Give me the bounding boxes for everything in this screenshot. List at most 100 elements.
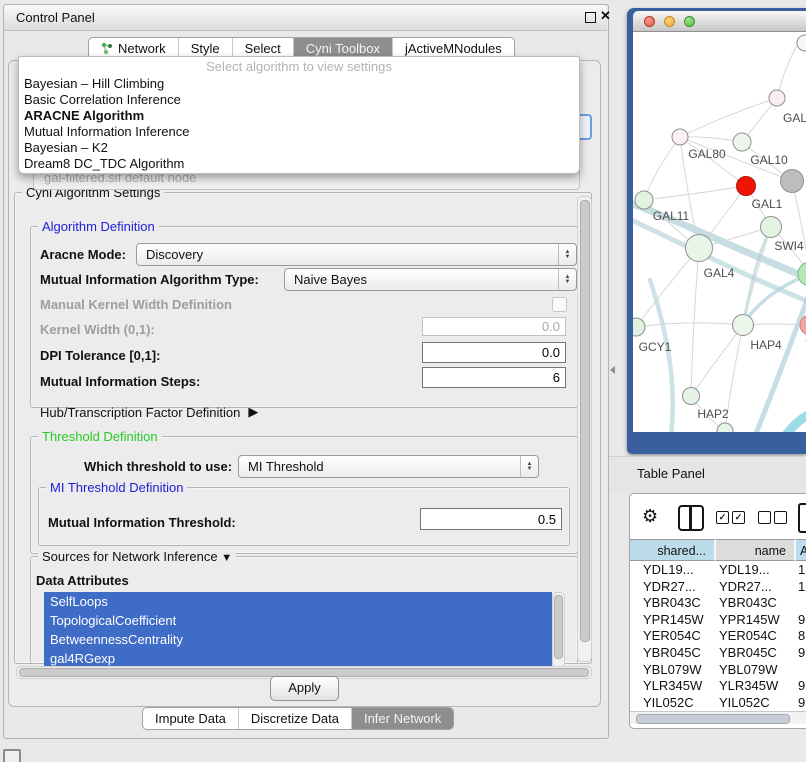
table-row[interactable]: YIL052CYIL052C9 [630,695,806,712]
scrollbar-thumb[interactable] [554,595,563,659]
stepper-icon[interactable]: ▲▼ [520,456,538,477]
table-cell[interactable]: YBR043C [630,595,729,612]
network-edge[interactable] [650,280,673,432]
algorithm-option[interactable]: ARACNE Algorithm [19,108,579,124]
column-header-shared-name[interactable]: shared... [630,539,716,561]
algorithm-option[interactable]: Bayesian – K2 [19,140,579,156]
table-cell[interactable]: YDR27... [716,579,799,596]
float-window-icon[interactable] [585,12,596,23]
table-row[interactable]: YBR043CYBR043C [630,595,806,612]
network-node-GAL4[interactable] [686,235,713,262]
table-row[interactable]: YLR345WYLR345W9. [630,678,806,695]
column-header-name[interactable]: name [716,539,796,561]
sources-group-title[interactable]: Sources for Network Inference ▼ [38,549,236,564]
network-edge[interactable] [777,39,801,98]
mi-steps-input[interactable] [422,367,566,388]
data-attribute-item[interactable]: BetweennessCentrality [44,630,552,649]
network-node-gray[interactable] [781,170,804,193]
network-node-top[interactable] [797,35,806,51]
network-node-GCY1[interactable] [633,318,645,336]
table-cell[interactable]: YBR045C [716,645,799,662]
aracne-mode-combobox[interactable]: Discovery ▲▼ [136,243,577,266]
select-all-icon[interactable]: ✓ [716,511,729,524]
restore-panel-icon[interactable] [3,749,21,762]
algorithm-option[interactable]: Mutual Information Inference [19,124,579,140]
table-cell[interactable]: 13 [796,562,806,579]
network-edge[interactable] [680,98,777,137]
deselect-all-icon[interactable] [774,511,787,524]
tab-impute-data[interactable]: Impute Data [143,708,238,729]
export-table-icon[interactable] [798,503,806,533]
apply-button[interactable]: Apply [270,676,339,701]
column-header-partial[interactable]: A [796,539,806,561]
table-row[interactable]: YER054CYER054C8. [630,628,806,645]
table-cell[interactable]: YIL052C [630,695,729,712]
minimize-traffic-light[interactable] [664,16,675,27]
network-edge[interactable] [755,284,806,432]
table-cell[interactable]: YBR043C [716,595,799,612]
table-row[interactable]: YDL19...YDL19...13 [630,562,806,579]
network-node-SWI4[interactable] [761,217,782,238]
table-cell[interactable]: 9. [796,645,806,662]
gear-icon[interactable]: ⚙ [642,507,658,525]
data-attribute-item[interactable]: SelfLoops [44,592,552,611]
table-row[interactable]: YDR27...YDR27...12 [630,579,806,596]
network-node-HAP4[interactable] [733,315,754,336]
network-node-GAL80[interactable] [672,129,688,145]
table-cell[interactable]: YPR145W [716,612,799,629]
data-attribute-item[interactable]: gal4RGexp [44,649,552,666]
deselect-all-icon[interactable] [758,511,771,524]
network-edge[interactable] [644,137,680,200]
network-edge[interactable] [644,186,746,200]
table-cell[interactable]: YLR345W [630,678,729,695]
network-node-HAP2[interactable] [683,388,700,405]
table-cell[interactable]: YBR045C [630,645,729,662]
stepper-icon[interactable]: ▲▼ [558,244,576,265]
network-edge[interactable] [781,410,806,432]
panel-collapse-arrow[interactable] [610,366,615,374]
algorithm-option[interactable]: Basic Correlation Inference [19,92,579,108]
network-edge[interactable] [636,248,699,327]
table-cell[interactable]: YIL052C [716,695,799,712]
table-cell[interactable]: 9 [796,695,806,712]
table-cell[interactable] [796,595,806,612]
scrollbar-thumb[interactable] [636,714,790,724]
table-row[interactable]: YBL079WYBL079W [630,662,806,679]
mi-type-combobox[interactable]: Naive Bayes ▲▼ [284,268,577,291]
table-cell[interactable]: YER054C [630,628,729,645]
network-node-GAL11[interactable] [635,191,653,209]
data-attribute-item[interactable]: TopologicalCoefficient [44,611,552,630]
close-traffic-light[interactable] [644,16,655,27]
table-cell[interactable]: YDL19... [716,562,799,579]
table-cell[interactable]: YDR27... [630,579,729,596]
hub-definition-toggle[interactable]: Hub/Transcription Factor Definition ▶ [40,404,258,420]
table-cell[interactable]: 8. [796,628,806,645]
network-window-titlebar[interactable] [633,11,806,32]
table-cell[interactable]: 9. [796,678,806,695]
table-cell[interactable]: YBL079W [630,662,729,679]
scrollbar-thumb[interactable] [580,200,590,642]
table-row[interactable]: YBR045CYBR045C9. [630,645,806,662]
dpi-tolerance-input[interactable] [422,342,566,363]
which-threshold-combobox[interactable]: MI Threshold ▲▼ [238,455,539,478]
network-node-GAL1[interactable] [737,177,756,196]
select-all-icon[interactable]: ✓ [732,511,745,524]
table-cell[interactable]: YBL079W [716,662,799,679]
network-edge[interactable] [792,181,806,274]
table-cell[interactable]: YLR345W [716,678,799,695]
table-cell[interactable] [796,662,806,679]
table-cell[interactable]: 12 [796,579,806,596]
algorithm-option[interactable]: Bayesian – Hill Climbing [19,76,579,92]
network-graph[interactable]: GAL7GAL80GAL10GAL1GAL11SWI4GAL4GCY1HAP4Y… [633,32,806,432]
network-node-GAL10[interactable] [733,133,751,151]
network-edge[interactable] [691,248,699,396]
table-cell[interactable]: YPR145W [630,612,729,629]
network-node-bottom[interactable] [717,423,733,432]
table-row[interactable]: YPR145WYPR145W9. [630,612,806,629]
network-edge[interactable] [691,325,743,396]
network-edge[interactable] [636,323,743,327]
mi-threshold-input[interactable] [420,508,562,530]
zoom-traffic-light[interactable] [684,16,695,27]
network-node-green-right[interactable] [798,262,806,286]
table-cell[interactable]: YDL19... [630,562,729,579]
